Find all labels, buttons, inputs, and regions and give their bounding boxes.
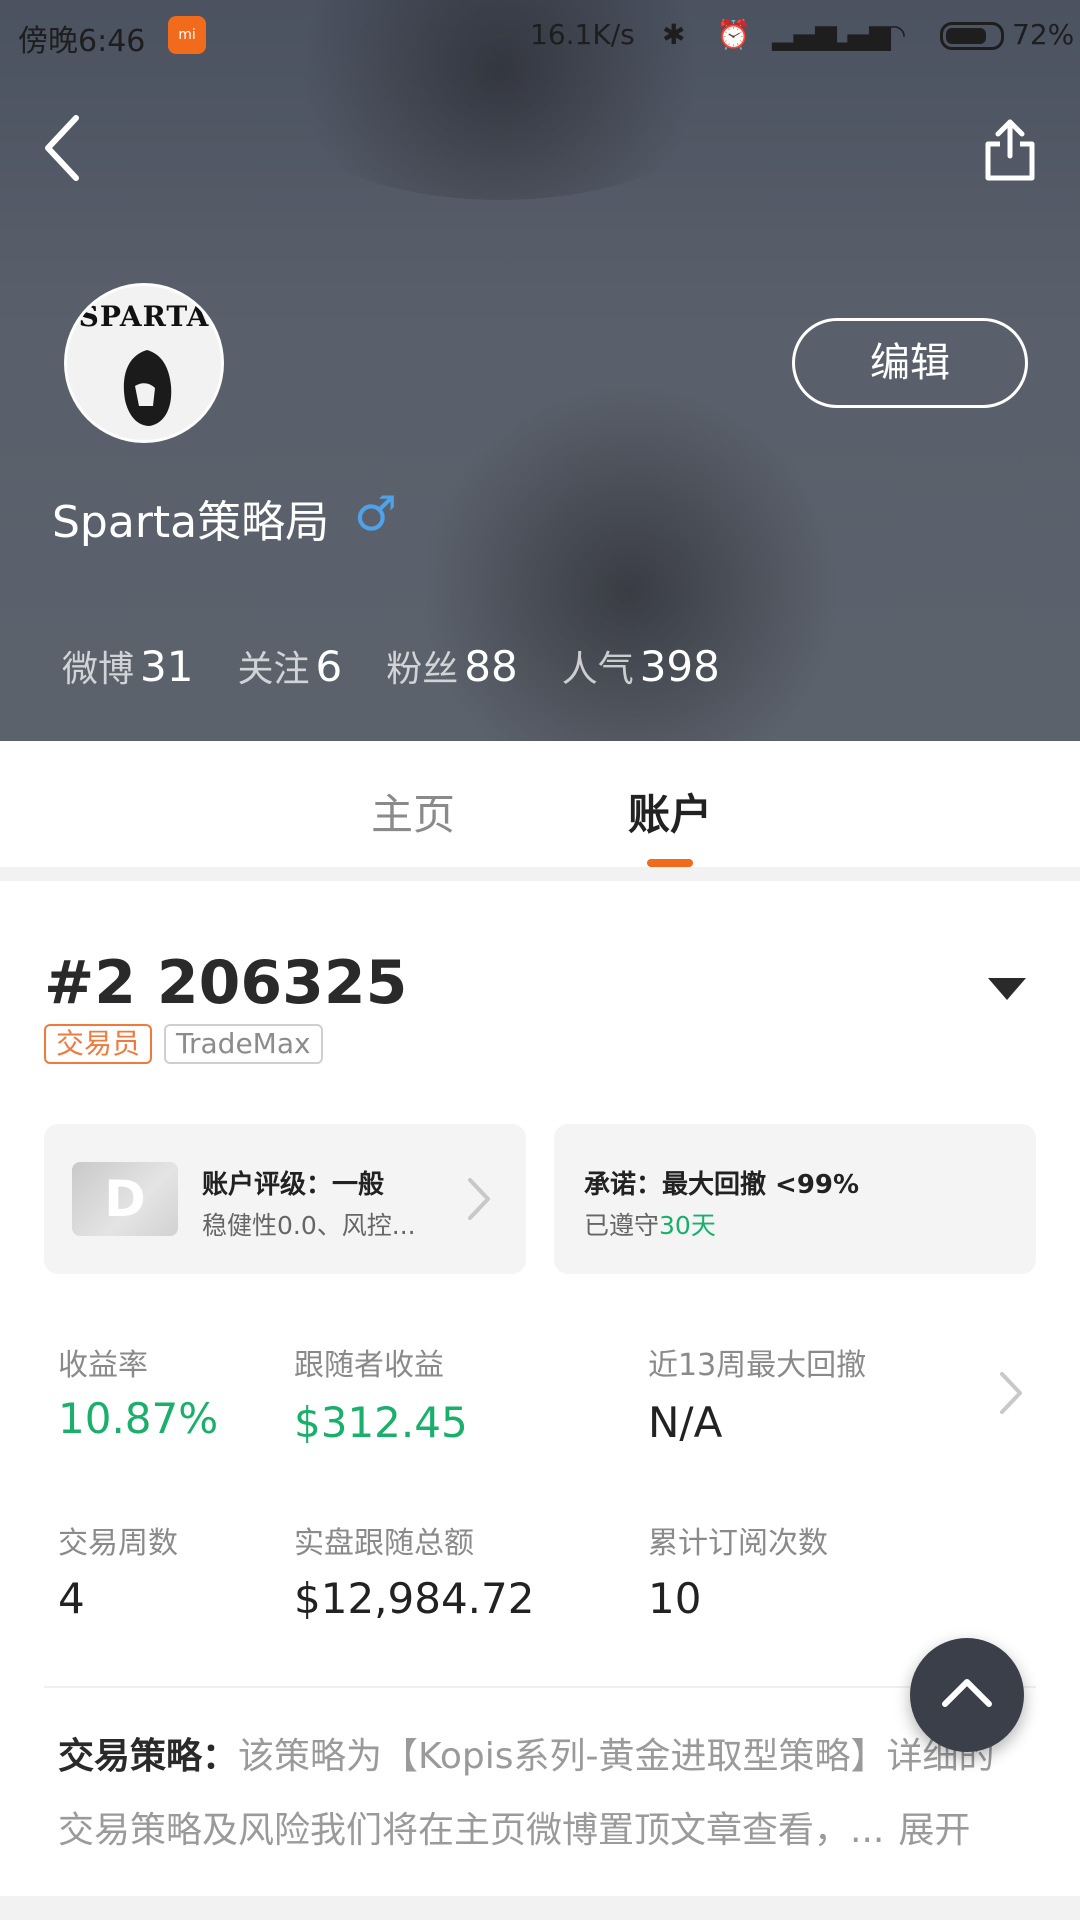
promise-kept: 已遵守30天 [584,1206,716,1242]
avatar[interactable]: SPARTA [64,283,224,443]
back-arrow-icon [45,115,79,181]
tab-account[interactable]: 账户 [628,781,712,842]
account-id: #2 206325 [44,948,408,1018]
metric-label-follower-profit: 跟随者收益 [294,1348,444,1383]
strategy-label: 交易策略： [58,1736,239,1777]
promise-kept-prefix: 已遵守 [584,1211,660,1240]
metric-value-return: 10.87% [58,1394,219,1443]
stat-followers[interactable]: 粉丝 88 [386,640,517,696]
role-badge: 交易员 [44,1024,153,1064]
divider-line [44,1686,1036,1688]
promise-title: 承诺：最大回撤 <99% [584,1170,860,1200]
profile-name: Sparta策略局 [52,497,330,548]
tab-active-indicator [647,859,693,867]
section-divider [0,867,1080,881]
share-icon [985,119,1035,181]
arrow-up-icon [942,1679,992,1707]
wifi-icon: ◠ [882,18,907,51]
metric-value-trade-weeks: 4 [58,1574,85,1623]
metric-value-total-following: $12,984.72 [294,1574,535,1623]
grade-badge: D [72,1162,178,1236]
stat-value: 31 [140,642,194,691]
alarm-icon: ⏰ [716,18,751,51]
battery-percent: 72% [1012,18,1075,51]
status-bar: 傍晚6:46 mi 16.1K/s ✱ ⏰ ▂▄▆ ▂▄▆ ◠ 72% [0,0,1080,72]
back-button[interactable] [40,112,88,184]
metric-label-subscriptions: 累计订阅次数 [648,1526,828,1561]
stat-value: 398 [639,642,720,691]
stat-weibo[interactable]: 微博 31 [62,640,193,696]
bluetooth-icon: ✱ [662,18,686,51]
share-button[interactable] [982,116,1038,184]
spartan-helmet-icon [123,350,172,426]
metric-value-follower-profit: $312.45 [294,1398,468,1447]
male-icon: ♂ [354,486,398,542]
bottom-divider [0,1896,1080,1920]
metric-label-max-drawdown: 近13周最大回撤 [648,1348,867,1383]
mi-app-icon: mi [168,16,206,54]
promise-kept-days: 30天 [659,1211,716,1240]
promise-card: 承诺：最大回撤 <99% 已遵守30天 [554,1124,1036,1274]
strategy-description: 交易策略：该策略为【Kopis系列-黄金进取型策略】详细的交易策略及风险我们将在… [58,1720,998,1868]
metric-label-return: 收益率 [58,1348,148,1383]
metric-value-max-drawdown: N/A [648,1398,723,1447]
rating-card[interactable]: D 账户评级：一般 稳健性0.0、风控... [44,1124,526,1274]
scroll-to-top-button[interactable] [910,1638,1024,1752]
chevron-right-icon [468,1178,490,1220]
stat-label: 关注 [237,649,310,690]
metric-label-total-following: 实盘跟随总额 [294,1526,474,1561]
stat-value: 6 [315,642,343,691]
stat-popularity: 人气 398 [562,640,720,696]
network-speed: 16.1K/s [530,18,635,51]
edit-profile-button[interactable]: 编辑 [792,318,1028,408]
tab-home[interactable]: 主页 [371,781,455,842]
rating-title: 账户评级：一般 [202,1170,385,1200]
stat-following[interactable]: 关注 6 [237,640,342,696]
battery-icon [940,22,1004,50]
account-badges: 交易员 TradeMax [44,1024,335,1064]
profile-header: 傍晚6:46 mi 16.1K/s ✱ ⏰ ▂▄▆ ▂▄▆ ◠ 72% SPAR… [0,0,1080,741]
tab-bar: 主页 账户 [0,741,1080,867]
chevron-right-icon[interactable] [996,1368,1026,1418]
avatar-logo-text: SPARTA [78,300,210,333]
expand-link[interactable]: 展开 [898,1810,970,1851]
rating-detail: 稳健性0.0、风控... [202,1211,416,1240]
metric-value-subscriptions: 10 [648,1574,702,1623]
stat-label: 人气 [561,649,634,690]
signal-2-icon: ▂▄▆ [826,18,891,51]
caret-down-icon[interactable] [988,978,1026,1000]
metric-label-trade-weeks: 交易周数 [58,1526,178,1561]
stat-label: 粉丝 [386,649,459,690]
stat-value: 88 [464,642,518,691]
profile-stats: 微博 31 关注 6 粉丝 88 人气 398 [62,640,764,696]
status-time: 傍晚6:46 [18,24,146,59]
platform-badge: TradeMax [164,1024,323,1064]
stat-label: 微博 [62,649,135,690]
